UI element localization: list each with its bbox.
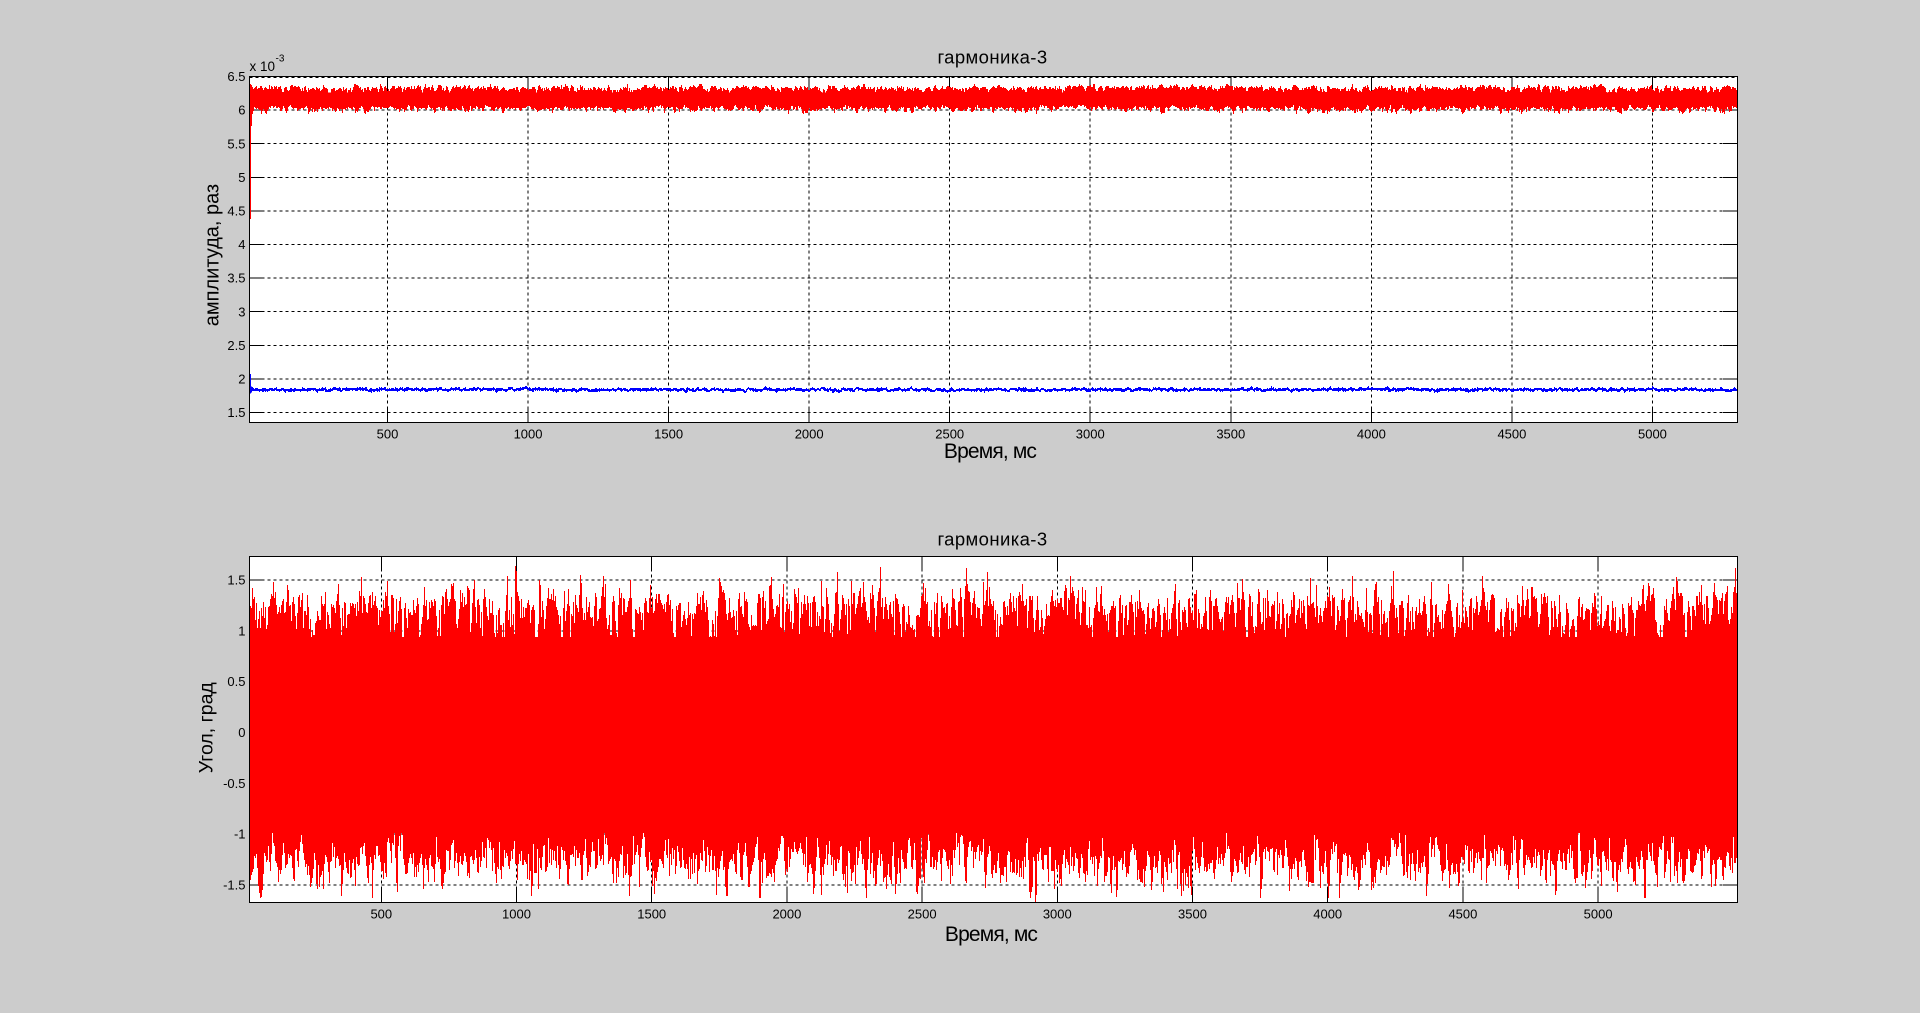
svg-text:4000: 4000 [1357, 427, 1386, 442]
svg-text:3500: 3500 [1178, 906, 1207, 921]
svg-text:2.5: 2.5 [227, 338, 245, 353]
svg-text:500: 500 [370, 906, 392, 921]
svg-text:-3: -3 [276, 54, 285, 65]
svg-text:5: 5 [238, 170, 245, 185]
svg-text:4: 4 [238, 237, 245, 252]
svg-text:Время, мс: Время, мс [945, 923, 1037, 946]
svg-text:1.5: 1.5 [227, 405, 245, 420]
svg-text:6.5: 6.5 [227, 69, 245, 84]
svg-text:3000: 3000 [1076, 427, 1105, 442]
svg-text:2: 2 [238, 372, 245, 387]
svg-text:Угол, град: Угол, град [196, 682, 218, 774]
svg-text:500: 500 [377, 427, 399, 442]
svg-text:гармоника-3: гармоника-3 [937, 47, 1047, 68]
svg-text:4500: 4500 [1497, 427, 1526, 442]
svg-text:5.5: 5.5 [227, 136, 245, 151]
svg-text:5000: 5000 [1584, 906, 1613, 921]
svg-text:амплитуда, раз: амплитуда, раз [202, 184, 224, 326]
svg-text:5000: 5000 [1638, 427, 1667, 442]
svg-text:2000: 2000 [772, 906, 801, 921]
svg-text:1: 1 [238, 623, 245, 638]
svg-text:3.5: 3.5 [227, 271, 245, 286]
svg-text:3500: 3500 [1216, 427, 1245, 442]
svg-text:гармоника-3: гармоника-3 [937, 529, 1047, 550]
svg-text:2000: 2000 [795, 427, 824, 442]
svg-text:3000: 3000 [1043, 906, 1072, 921]
svg-text:2500: 2500 [908, 906, 937, 921]
svg-text:0: 0 [238, 725, 245, 740]
svg-text:6: 6 [238, 103, 245, 118]
svg-text:1000: 1000 [502, 906, 531, 921]
svg-text:-1.5: -1.5 [223, 877, 245, 892]
svg-text:-1: -1 [234, 827, 246, 842]
svg-text:3: 3 [238, 304, 245, 319]
svg-text:4.5: 4.5 [227, 204, 245, 219]
svg-text:-0.5: -0.5 [223, 776, 245, 791]
svg-text:1500: 1500 [637, 906, 666, 921]
svg-text:1.5: 1.5 [227, 573, 245, 588]
svg-text:0.5: 0.5 [227, 674, 245, 689]
svg-text:1500: 1500 [654, 427, 683, 442]
svg-text:4500: 4500 [1448, 906, 1477, 921]
svg-text:x 10: x 10 [250, 59, 276, 74]
svg-text:4000: 4000 [1313, 906, 1342, 921]
svg-text:1000: 1000 [514, 427, 543, 442]
svg-text:Время, мс: Время, мс [944, 440, 1036, 463]
